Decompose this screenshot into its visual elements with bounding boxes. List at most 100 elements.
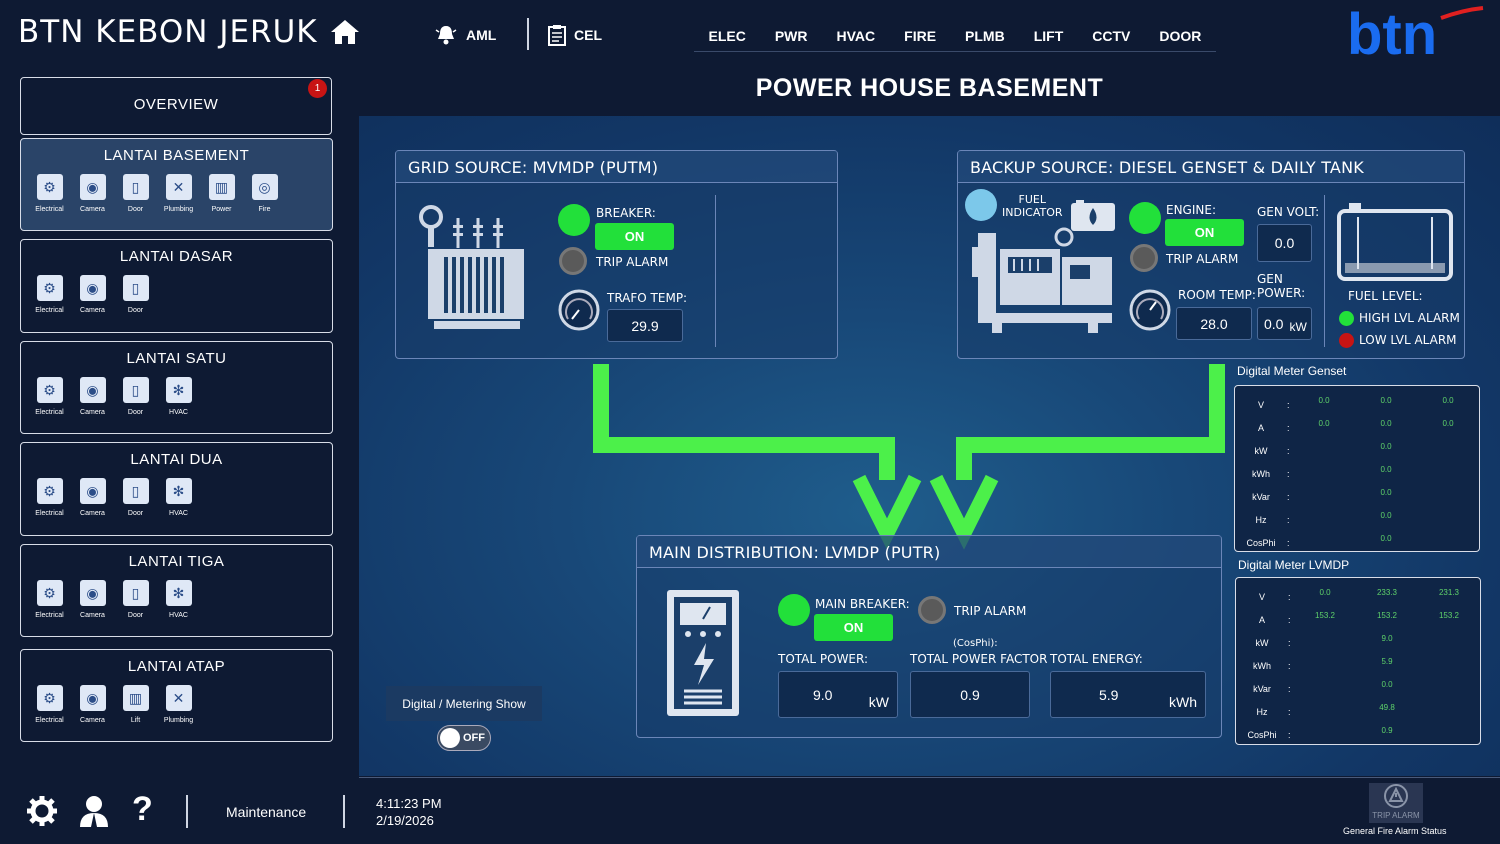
floor-item-door[interactable]: ▯ Door: [119, 478, 152, 517]
meter-colon: :: [1287, 538, 1290, 548]
maintenance-button[interactable]: Maintenance: [226, 804, 306, 820]
floor-item-plumbing[interactable]: ✕ Plumbing: [162, 174, 195, 213]
floor-item-label: Fire: [258, 206, 271, 213]
floor-item-hvac[interactable]: ✻ HVAC: [162, 377, 195, 416]
gen-power-value: 0.0 kW: [1257, 307, 1312, 340]
floor-icons: ⚙ Electrical ◉ Camera ▯ Door ✻ HVAC: [33, 580, 332, 619]
nav-fire[interactable]: FIRE: [904, 28, 936, 44]
home-icon[interactable]: [330, 19, 360, 45]
floor-item-electrical[interactable]: ⚙ Electrical: [33, 174, 66, 213]
floor-item-door[interactable]: ▯ Door: [119, 174, 152, 213]
floor-item-electrical[interactable]: ⚙ Electrical: [33, 580, 66, 619]
meter-colon: :: [1287, 515, 1290, 525]
floor-item-camera[interactable]: ◉ Camera: [76, 275, 109, 314]
floor-item-power[interactable]: ▥ Power: [205, 174, 238, 213]
meter-value: 5.9: [1381, 657, 1393, 666]
overview-button[interactable]: OVERVIEW 1: [20, 77, 332, 135]
meter-value: 0.0: [1319, 588, 1331, 597]
cel-button[interactable]: CEL: [548, 24, 602, 46]
main-breaker-state: ON: [814, 614, 893, 641]
electrical-icon: ⚙: [36, 478, 63, 504]
floor-lantai-basement[interactable]: LANTAI BASEMENT ⚙ Electrical ◉ Camera ▯ Door ✕ P…: [20, 138, 333, 231]
engine-trip-label: TRIP ALARM: [1166, 252, 1239, 266]
meter-colon: :: [1287, 400, 1290, 410]
floor-item-fire[interactable]: ◎ Fire: [248, 174, 281, 213]
floor-icons: ⚙ Electrical ◉ Camera ▯ Door ✕ Plumbing ▥ Power ◎ F…: [33, 174, 332, 213]
nav-hvac[interactable]: HVAC: [837, 28, 876, 44]
floor-item-electrical[interactable]: ⚙ Electrical: [33, 685, 66, 724]
floor-item-label: Electrical: [35, 206, 64, 213]
aml-button[interactable]: AML: [434, 24, 496, 46]
power-factor-label: TOTAL POWER FACTOR: [910, 652, 1048, 666]
gear-icon[interactable]: [26, 795, 58, 827]
floor-item-electrical[interactable]: ⚙ Electrical: [33, 275, 66, 314]
power-factor-sub: (CosPhi):: [953, 638, 998, 649]
fuel-tank-icon: [1337, 203, 1453, 281]
category-nav: ELEC PWR HVAC FIRE PLMB LIFT CCTV DOOR: [694, 20, 1216, 52]
nav-cctv[interactable]: CCTV: [1092, 28, 1130, 44]
floor-item-label: Camera: [80, 510, 105, 517]
room-temp-value: 28.0: [1176, 307, 1252, 340]
floor-item-lift[interactable]: ▥ Lift: [119, 685, 152, 724]
room-temp-label: ROOM TEMP:: [1178, 288, 1256, 302]
backup-source-panel: BACKUP SOURCE: DIESEL GENSET & DAILY TAN…: [957, 150, 1465, 359]
meter-colon: :: [1287, 446, 1290, 456]
generator-icon: [972, 227, 1112, 333]
fuel-level-label: FUEL LEVEL:: [1348, 289, 1423, 303]
meter-lvmdp-table: V: 0.0 233.3 231.3 A: 153.2 153.2 153.2 kW: 9.0 kW…: [1235, 577, 1481, 745]
floor-lantai-dua[interactable]: LANTAI DUA ⚙ Electrical ◉ Camera ▯ Door ✻ HVAC: [20, 442, 333, 536]
meter-genset-title: Digital Meter Genset: [1237, 364, 1347, 378]
floor-item-camera[interactable]: ◉ Camera: [76, 174, 109, 213]
meter-value: 0.0: [1380, 534, 1392, 543]
meter-value: 0.0: [1380, 488, 1392, 497]
floor-item-label: Door: [127, 612, 144, 619]
floor-item-hvac[interactable]: ✻ HVAC: [162, 580, 195, 619]
floor-lantai-dasar[interactable]: LANTAI DASAR ⚙ Electrical ◉ Camera ▯ Door: [20, 239, 333, 333]
nav-lift[interactable]: LIFT: [1034, 28, 1064, 44]
nav-pwr[interactable]: PWR: [775, 28, 808, 44]
user-icon[interactable]: [79, 794, 109, 828]
floor-item-camera[interactable]: ◉ Camera: [76, 478, 109, 517]
floor-item-label: Camera: [80, 307, 105, 314]
total-power-number: 9.0: [813, 686, 833, 703]
floor-title: LANTAI BASEMENT: [103, 147, 250, 164]
floor-item-electrical[interactable]: ⚙ Electrical: [33, 377, 66, 416]
floor-item-camera[interactable]: ◉ Camera: [76, 377, 109, 416]
help-icon[interactable]: ?: [132, 790, 153, 829]
floor-lantai-tiga[interactable]: LANTAI TIGA ⚙ Electrical ◉ Camera ▯ Door ✻ HVAC: [20, 544, 333, 637]
breaker-state: ON: [595, 223, 674, 250]
footer-divider: [343, 795, 345, 828]
nav-door[interactable]: DOOR: [1159, 28, 1201, 44]
floor-item-label: Camera: [80, 206, 105, 213]
grid-panel-title: GRID SOURCE: MVMDP (PUTM): [396, 151, 837, 183]
floor-item-door[interactable]: ▯ Door: [119, 275, 152, 314]
nav-plmb[interactable]: PLMB: [965, 28, 1005, 44]
camera-icon: ◉: [79, 275, 106, 301]
floor-item-camera[interactable]: ◉ Camera: [76, 580, 109, 619]
floor-item-plumbing[interactable]: ✕ Plumbing: [162, 685, 195, 724]
total-energy-unit: kWh: [1169, 693, 1197, 710]
floor-item-camera[interactable]: ◉ Camera: [76, 685, 109, 724]
floor-item-electrical[interactable]: ⚙ Electrical: [33, 478, 66, 517]
meter-key: V: [1257, 400, 1264, 410]
floor-item-label: HVAC: [169, 409, 188, 416]
nav-elec[interactable]: ELEC: [709, 28, 746, 44]
floor-item-hvac[interactable]: ✻ HVAC: [162, 478, 195, 517]
fire-alarm-status-button[interactable]: TRIP ALARM: [1369, 783, 1423, 823]
metering-toggle[interactable]: OFF: [437, 725, 491, 751]
footer-divider: [359, 777, 1500, 778]
floor-lantai-satu[interactable]: LANTAI SATU ⚙ Electrical ◉ Camera ▯ Door ✻ HVAC: [20, 341, 333, 434]
floor-item-door[interactable]: ▯ Door: [119, 580, 152, 619]
trafo-temp-label: TRAFO TEMP:: [607, 291, 688, 305]
floor-item-door[interactable]: ▯ Door: [119, 377, 152, 416]
main-panel-title: MAIN DISTRIBUTION: LVMDP (PUTR): [637, 536, 1221, 568]
meter-colon: :: [1288, 684, 1291, 694]
hvac-icon: ✻: [165, 580, 192, 606]
meter-value: 0.0: [1381, 680, 1393, 689]
alarm-bell-icon: [435, 26, 457, 45]
floor-item-label: HVAC: [169, 510, 188, 517]
floor-lantai-atap[interactable]: LANTAI ATAP ⚙ Electrical ◉ Camera ▥ Lift ✕ Plumb…: [20, 649, 333, 742]
meter-value: 0.0: [1442, 396, 1454, 405]
total-power-label: TOTAL POWER:: [778, 652, 869, 666]
main-breaker-led: [778, 594, 810, 626]
